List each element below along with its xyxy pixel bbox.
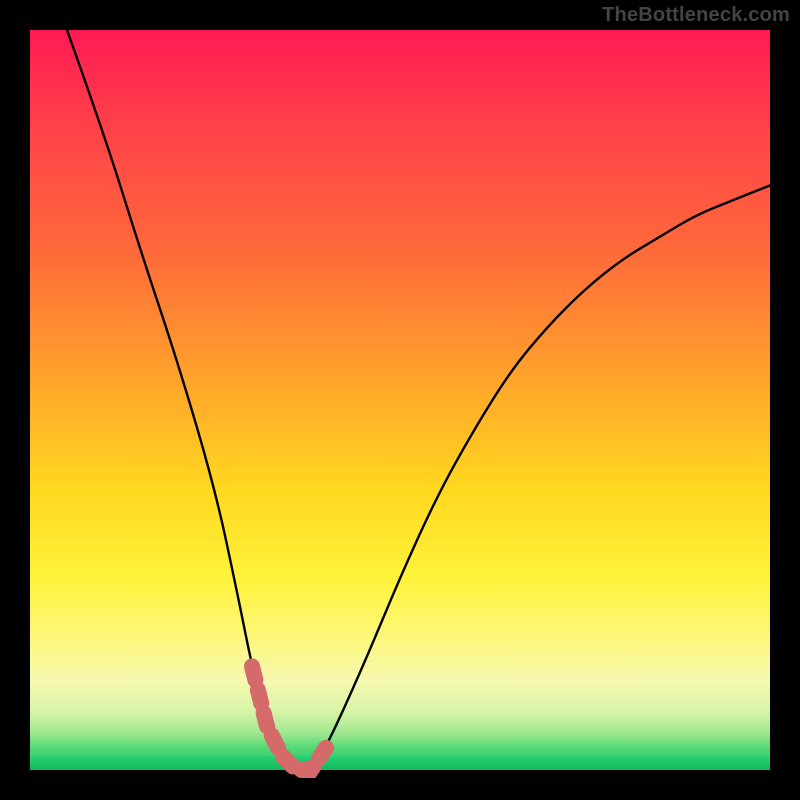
optimal-range-marker (252, 666, 326, 770)
bottleneck-curve (67, 30, 770, 770)
curve-svg (30, 30, 770, 770)
plot-area (30, 30, 770, 770)
chart-frame: TheBottleneck.com (0, 0, 800, 800)
watermark-text: TheBottleneck.com (602, 4, 790, 27)
